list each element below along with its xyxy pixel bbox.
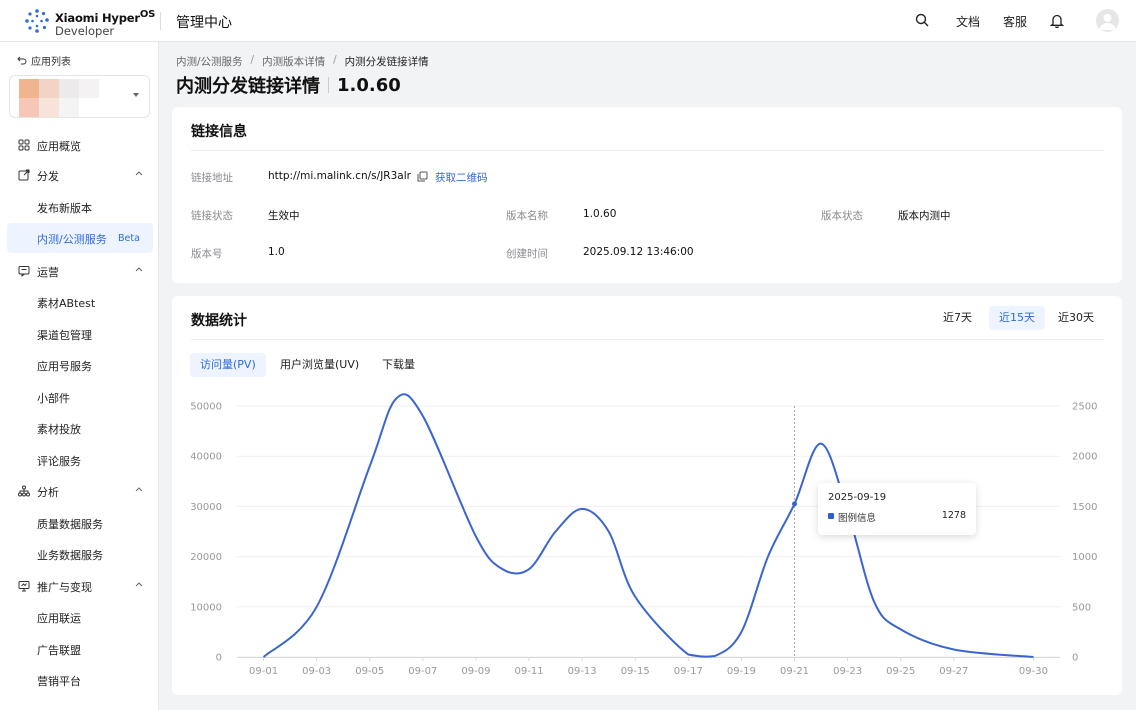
tooltip-value: 1278 xyxy=(941,510,966,521)
y-right-tick-label: 2500 xyxy=(1072,402,1097,413)
tooltip-series-name: 图例信息 xyxy=(838,513,877,524)
y-left-tick-label: 20000 xyxy=(190,552,222,563)
x-tick-label: 09-27 xyxy=(939,666,968,677)
y-right-tick-label: 500 xyxy=(1072,602,1091,613)
y-left-tick-label: 30000 xyxy=(190,502,222,513)
chart-tooltip: 2025-09-19 图例信息 1278 xyxy=(818,483,976,535)
x-tick-label: 09-17 xyxy=(674,666,703,677)
x-tick-label: 09-15 xyxy=(621,666,650,677)
y-left-tick-label: 50000 xyxy=(190,402,222,413)
x-tick-label: 09-30 xyxy=(1019,666,1048,677)
legend-swatch xyxy=(828,513,834,519)
x-tick-label: 09-13 xyxy=(568,666,597,677)
x-tick-label: 09-05 xyxy=(355,666,384,677)
y-left-tick-label: 0 xyxy=(216,653,222,664)
data-point xyxy=(792,501,798,507)
y-left-tick-label: 40000 xyxy=(190,452,222,463)
x-tick-label: 09-11 xyxy=(515,666,544,677)
x-tick-label: 09-25 xyxy=(886,666,915,677)
y-left-tick-label: 10000 xyxy=(190,602,222,613)
x-tick-label: 09-09 xyxy=(461,666,490,677)
y-right-tick-label: 2000 xyxy=(1072,452,1097,463)
x-tick-label: 09-19 xyxy=(727,666,756,677)
y-right-tick-label: 1500 xyxy=(1072,502,1097,513)
y-right-tick-label: 0 xyxy=(1072,653,1078,664)
tooltip-date: 2025-09-19 xyxy=(828,492,887,503)
y-right-tick-label: 1000 xyxy=(1072,552,1097,563)
x-tick-label: 09-21 xyxy=(780,666,809,677)
x-tick-label: 09-07 xyxy=(408,666,437,677)
x-tick-label: 09-23 xyxy=(833,666,862,677)
x-tick-label: 09-01 xyxy=(249,666,278,677)
pv-line-chart: 0 10000 20000 30000 40000 50000 0 500 1000 1500 20… xyxy=(190,393,1097,677)
x-tick-label: 09-03 xyxy=(302,666,331,677)
